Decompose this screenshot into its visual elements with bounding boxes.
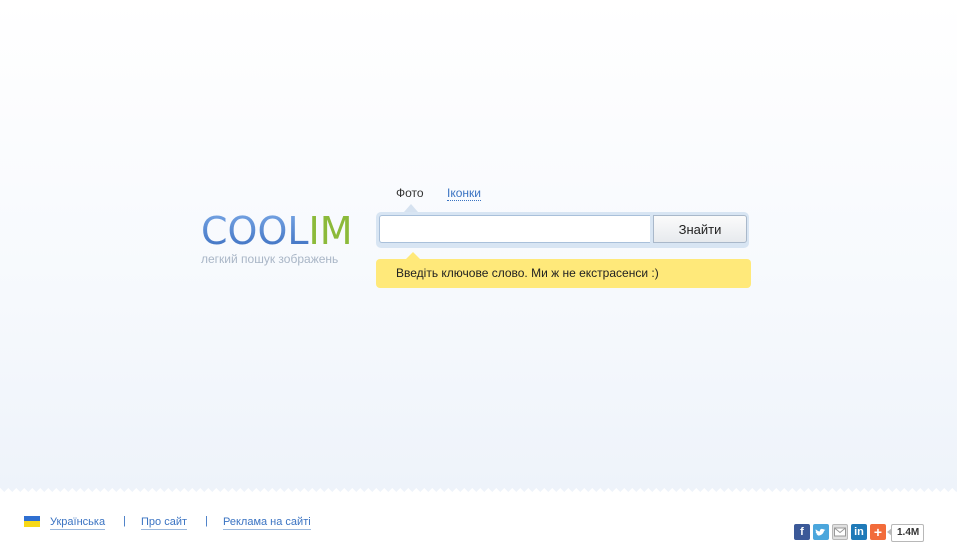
hint-text: Введіть ключове слово. Ми ж не екстрасен… bbox=[396, 266, 659, 280]
search-button[interactable]: Знайти bbox=[653, 215, 747, 243]
tab-icons[interactable]: Іконки bbox=[447, 186, 481, 201]
facebook-icon[interactable]: f bbox=[794, 524, 810, 540]
logo-tagline: легкий пошук зображень bbox=[201, 252, 339, 266]
hint-arrow bbox=[406, 252, 420, 259]
footer-separator: | bbox=[205, 515, 208, 527]
ukraine-flag-icon bbox=[24, 516, 40, 527]
search-input[interactable] bbox=[379, 215, 650, 243]
hint-tooltip: Введіть ключове слово. Ми ж не екстрасен… bbox=[376, 252, 751, 288]
logo-cool-text: COOL bbox=[201, 209, 309, 253]
logo[interactable]: COOLIM легкий пошук зображень bbox=[201, 208, 361, 266]
active-tab-pointer bbox=[404, 204, 418, 212]
footer: Українська | Про сайт | Реклама на сайті… bbox=[0, 488, 957, 545]
footer-link-about[interactable]: Про сайт bbox=[141, 516, 187, 530]
search-box: Знайти bbox=[376, 212, 749, 248]
footer-link-language[interactable]: Українська bbox=[50, 516, 106, 530]
footer-separator: | bbox=[123, 515, 126, 527]
linkedin-icon[interactable]: in bbox=[851, 524, 867, 540]
mail-icon[interactable] bbox=[832, 524, 848, 540]
share-count: 1.4M bbox=[886, 524, 925, 542]
logo-wordmark: COOLIM bbox=[201, 208, 361, 254]
plus-icon[interactable]: + bbox=[870, 524, 886, 540]
logo-im-text: IM bbox=[308, 209, 353, 253]
footer-zigzag-edge bbox=[0, 488, 957, 494]
tab-photo[interactable]: Фото bbox=[396, 186, 424, 200]
twitter-icon[interactable] bbox=[813, 524, 829, 540]
footer-link-advertising[interactable]: Реклама на сайті bbox=[223, 516, 311, 530]
